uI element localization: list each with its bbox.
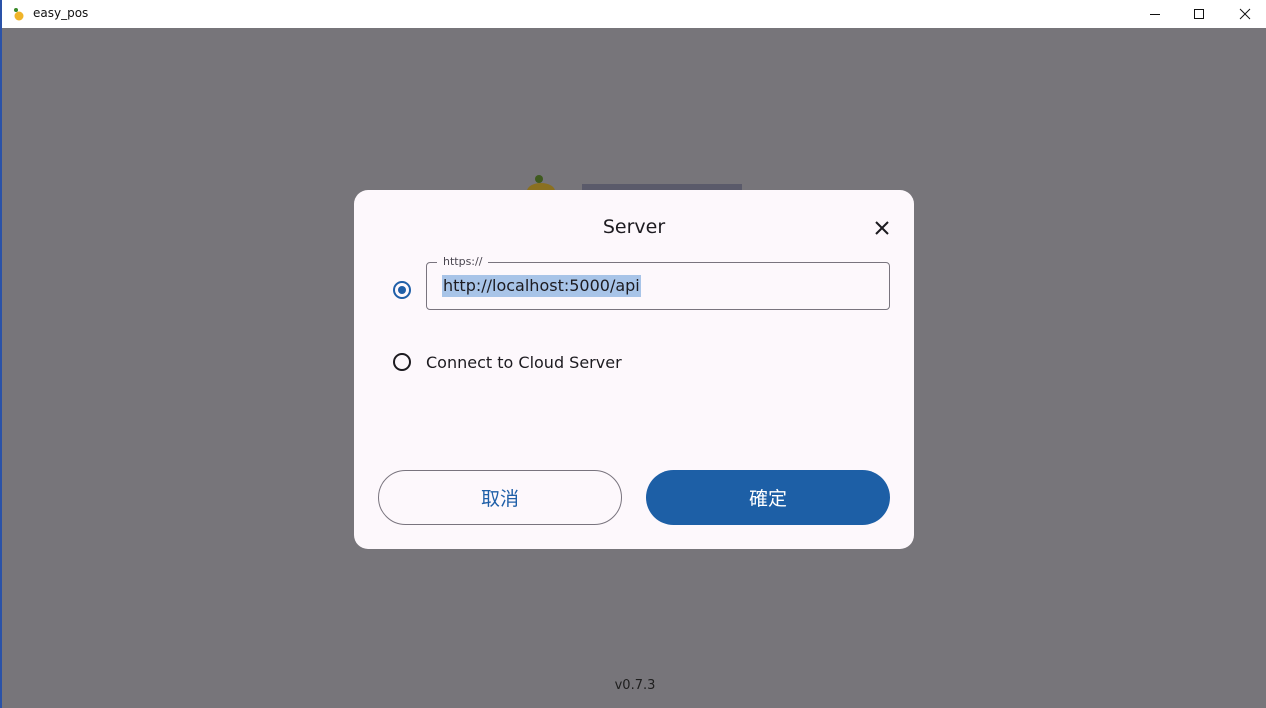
url-field-label: https:// [437, 255, 489, 269]
server-url-input[interactable]: http://localhost:5000/api [442, 275, 641, 297]
minimize-button[interactable] [1132, 0, 1178, 28]
confirm-button[interactable]: 確定 [646, 470, 890, 525]
custom-url-radio[interactable] [393, 281, 411, 299]
dialog-close-button[interactable] [868, 214, 896, 242]
maximize-button[interactable] [1176, 0, 1222, 28]
window-title: easy_pos [33, 6, 89, 20]
window-close-button[interactable] [1222, 0, 1266, 28]
close-icon [1239, 8, 1251, 20]
cloud-server-radio[interactable] [393, 353, 411, 371]
radio-selected-dot [398, 286, 406, 294]
cancel-button[interactable]: 取消 [378, 470, 622, 525]
close-icon [875, 221, 889, 235]
dialog-title: Server [602, 216, 666, 238]
app-version: v0.7.3 [614, 678, 656, 693]
server-dialog: Server https:// http://localhost:5000/ap… [354, 190, 914, 549]
app-logo-icon [14, 8, 24, 21]
minimize-icon [1150, 14, 1160, 15]
maximize-icon [1194, 9, 1204, 19]
cloud-server-label[interactable]: Connect to Cloud Server [426, 353, 622, 372]
window-titlebar: easy_pos [0, 0, 1266, 28]
server-url-field[interactable]: https:// http://localhost:5000/api [426, 255, 890, 310]
